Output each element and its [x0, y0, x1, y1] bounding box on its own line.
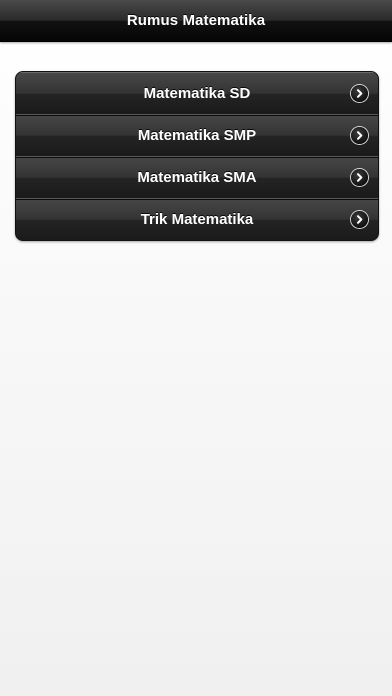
menu-item-matematika-sd[interactable]: Matematika SD [16, 72, 378, 114]
menu-item-matematika-sma[interactable]: Matematika SMA [16, 156, 378, 198]
menu-item-trik-matematika[interactable]: Trik Matematika [16, 198, 378, 240]
chevron-right-icon [351, 168, 368, 186]
navigation-bar: Rumus Matematika [0, 0, 392, 42]
page-title: Rumus Matematika [126, 12, 266, 29]
chevron-right-icon [351, 126, 368, 144]
menu-item-label: Matematika SMP [137, 127, 257, 144]
chevron-right-icon [351, 210, 368, 228]
menu-item-label: Trik Matematika [140, 211, 254, 228]
menu-item-label: Matematika SD [143, 85, 251, 102]
menu-list: Matematika SD Matematika SMP Matematika … [15, 71, 379, 241]
menu-item-matematika-smp[interactable]: Matematika SMP [16, 114, 378, 156]
menu-item-label: Matematika SMA [137, 169, 257, 186]
chevron-right-icon [351, 84, 368, 102]
